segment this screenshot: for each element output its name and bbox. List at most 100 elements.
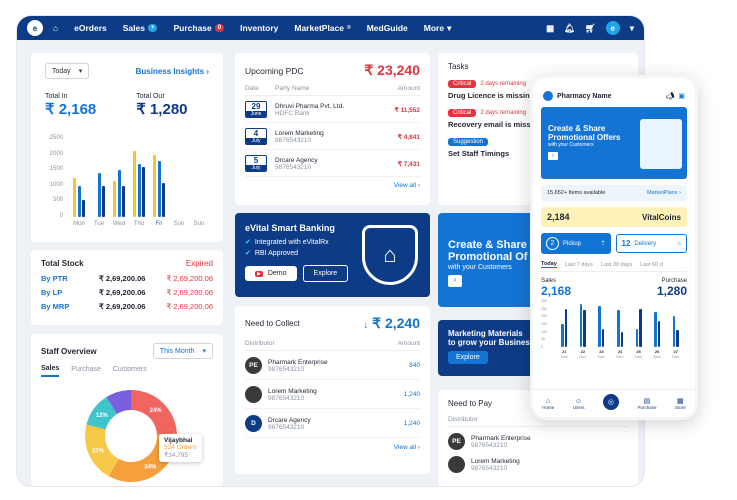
phone-y-tick: 300: [541, 299, 547, 303]
period-select[interactable]: Today ▾: [45, 63, 90, 79]
phone-bar: [579, 304, 583, 347]
nav-item-eorders[interactable]: eOrders: [74, 23, 107, 34]
materials-explore-label: Explore: [456, 354, 480, 361]
pdc-view-all[interactable]: View all ›: [245, 182, 420, 189]
collect-row[interactable]: D Drcare Agency 9876543210 1,240: [245, 415, 420, 438]
staff-tab-customers[interactable]: Customers: [113, 366, 147, 376]
phone-nav-purchase[interactable]: ▤ Purchase: [637, 397, 656, 410]
bar-group: [93, 139, 107, 217]
insights-chart: 2500 2000 1500 1000 500 0 Mon Tue Wed Thu Fri Sun Su…: [41, 135, 213, 235]
staff-overview-card: Staff Overview This Month ▾ Sales Purchase…: [31, 334, 223, 486]
phone-tab[interactable]: Last 30 days: [601, 262, 632, 268]
pdc-date: 4 July: [245, 128, 267, 145]
need-to-collect-card: Need to Collect ↓ ₹ 2,240 Distributor Amou…: [235, 306, 430, 474]
materials-explore-button[interactable]: Explore: [448, 351, 488, 364]
total-stock-title: Total Stock: [41, 259, 84, 268]
app-logo[interactable]: e: [27, 20, 43, 36]
task-tag: Suggestion: [448, 138, 489, 146]
delivery-button[interactable]: 12 Delivery ⌂: [615, 234, 687, 253]
phone-bar-group: [635, 301, 644, 347]
phone-nav-users[interactable]: ☺ Users: [573, 398, 585, 410]
arrow-right-icon[interactable]: ›: [448, 275, 462, 287]
stock-rows: By PTR ₹ 2,69,200.06 ₹ 2,69,200.06 By LP ₹ 2…: [41, 274, 213, 311]
phone-period-tabs: Today Last 7 days Last 30 days Last 60 d: [541, 261, 687, 272]
tooltip-orders: 524 Orders: [164, 444, 197, 451]
pdc-row[interactable]: 4 July Lorem Marketing 9876543210 ₹ 4,841: [245, 128, 420, 150]
phone-nav-store[interactable]: ▦ Store: [675, 397, 686, 410]
demo-button[interactable]: ▶ Demo: [245, 266, 297, 281]
cart-icon[interactable]: 🛒︎: [585, 23, 596, 34]
phone-nav-home[interactable]: ⌂ Home: [542, 398, 554, 410]
nav-item-inventory[interactable]: Inventory: [240, 23, 278, 34]
staff-tab-purchase[interactable]: Purchase: [71, 366, 101, 376]
explore-label: Explore: [313, 270, 338, 277]
pay-row[interactable]: PE Pharmark Enterprise 9876543210: [448, 433, 628, 450]
distributor-logo: D: [245, 415, 262, 432]
bar: [73, 178, 76, 217]
bar: [102, 185, 105, 217]
pdc-party-sub: HDFC Bank: [275, 109, 310, 117]
avatar[interactable]: e: [605, 21, 620, 35]
nav-item-label: MedGuide: [366, 23, 408, 33]
nav-item-sales[interactable]: Sales +: [123, 23, 158, 34]
collect-view-all[interactable]: View all ›: [245, 444, 420, 451]
collect-row[interactable]: Lorem Marketing 9876543210 1,240: [245, 386, 420, 409]
flag-icon[interactable]: ▣: [678, 92, 685, 100]
phone-x-label: 27 Dec: [666, 349, 685, 359]
bar: [137, 163, 141, 217]
chevron-down-icon[interactable]: ▾: [630, 23, 634, 34]
pdc-col-amount: Amount: [397, 85, 420, 92]
phone-promo-banner[interactable]: Create & Share Promotional Offers with y…: [541, 107, 687, 179]
phone-tab[interactable]: Last 60 d: [640, 262, 663, 268]
items-available: 15,652+ Items available: [547, 190, 606, 196]
nav-item-purchase[interactable]: Purchase 0: [173, 23, 225, 34]
explore-button[interactable]: Explore: [302, 265, 349, 282]
phone-y-tick: 50: [541, 337, 545, 342]
tooltip-name: Vijaybhai: [164, 437, 193, 444]
business-insights-link[interactable]: Business Insights ›: [136, 67, 209, 76]
phone-x-label: 26 Dec: [648, 349, 667, 359]
nav-icon: ⌂: [546, 397, 551, 405]
phone-bar: [561, 324, 564, 347]
bell-icon[interactable]: 🔔︎: [564, 23, 575, 34]
pay-sub: 9876543210: [471, 464, 508, 472]
collect-title: Need to Collect: [245, 319, 300, 328]
pdc-rows: 29 June Dhruvi Pharma Pvt. Ltd. HDFC Bank ₹ …: [245, 101, 420, 177]
marketplace-link[interactable]: MarketPlace ›: [647, 190, 681, 196]
nav-item-more[interactable]: More ▾: [424, 23, 452, 34]
phone-nav-center[interactable]: ◎: [602, 393, 619, 410]
staff-period-select[interactable]: This Month ▾: [152, 343, 213, 359]
collect-col-distributor: Distributor: [245, 340, 275, 347]
nav-item-medguide[interactable]: MedGuide: [367, 23, 408, 34]
collect-distributor: Drcare Agency 9876543210: [268, 417, 311, 431]
pay-distributor: Lorem Marketing 9876543210: [471, 458, 520, 472]
phone-x-month: Dec: [635, 354, 643, 359]
nav-item-marketplace[interactable]: MarketPlace ®: [294, 23, 350, 34]
distributor-logo: [448, 456, 465, 473]
megaphone-icon[interactable]: 📣︎: [665, 92, 674, 100]
y-tick-label: 500: [52, 197, 63, 204]
products-image: [640, 119, 682, 169]
chevron-down-icon: ▾: [447, 22, 452, 33]
stock-row-value: ₹ 2,69,200.06: [99, 288, 146, 297]
home-icon: ⌂: [677, 240, 681, 247]
collect-row[interactable]: PE Pharmark Enterprise 9876543210 840: [245, 357, 420, 380]
staff-tooltip: Vijaybhai 524 Orders ₹34,795: [159, 434, 202, 462]
staff-tab-sales[interactable]: Sales: [41, 365, 60, 377]
total-out: Total Out ₹ 1,280: [136, 93, 187, 118]
pickup-button[interactable]: 2 Pickup ⇡: [541, 233, 611, 254]
phone-tab[interactable]: Last 7 days: [565, 262, 593, 268]
pdc-row[interactable]: 5 July Drcare Agency 9876543210 ₹ 7,431: [245, 155, 420, 177]
banking-line-1-text: Integrated with eVitalRx: [254, 238, 329, 246]
home-icon[interactable]: ⌂: [53, 23, 58, 33]
phone-tab[interactable]: Today: [541, 261, 557, 268]
pay-rows: PE Pharmark Enterprise 9876543210 Lorem Mar…: [448, 433, 628, 473]
pdc-total: ₹ 23,240: [364, 62, 420, 78]
pdc-row[interactable]: 29 June Dhruvi Pharma Pvt. Ltd. HDFC Bank ₹ …: [245, 101, 420, 123]
pdc-party: Lorem Marketing 9876543210: [275, 130, 324, 144]
pay-name: Lorem Marketing: [471, 457, 520, 465]
arrow-right-icon[interactable]: ›: [548, 152, 558, 160]
grid-icon[interactable]: ▦: [546, 23, 554, 34]
phone-bar: [564, 308, 568, 347]
pay-row[interactable]: Lorem Marketing 9876543210: [448, 456, 628, 473]
